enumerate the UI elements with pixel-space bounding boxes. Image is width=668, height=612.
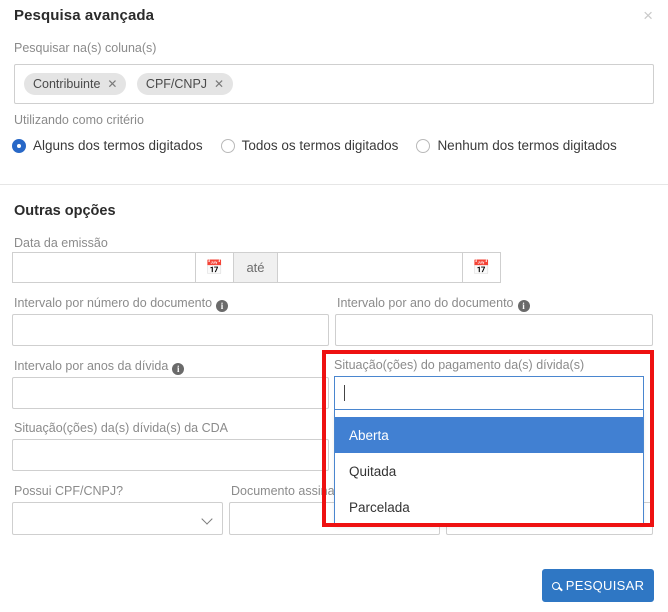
doc-year-range-input[interactable]	[335, 314, 653, 346]
radio-todos-os-termos[interactable]: Todos os termos digitados	[220, 138, 399, 153]
doc-year-range-label: Intervalo por ano do documento i	[337, 296, 530, 312]
doc-year-range-label-text: Intervalo por ano do documento	[337, 296, 514, 310]
chevron-down-icon[interactable]	[201, 513, 213, 525]
chip-cpf-cnpj[interactable]: CPF/CNPJ ✕	[136, 73, 234, 95]
issue-date-label: Data da emissão	[14, 236, 108, 250]
info-icon[interactable]: i	[216, 300, 229, 312]
criteria-label: Utilizando como critério	[14, 113, 144, 127]
debt-years-range-label-text: Intervalo por anos da dívida	[14, 359, 169, 373]
radio-label: Alguns dos termos digitados	[33, 138, 203, 153]
has-cpf-cnpj-label: Possui CPF/CNPJ?	[14, 484, 124, 498]
dropdown-option-label: Quitada	[349, 463, 397, 479]
radio-indicator-icon[interactable]	[12, 138, 26, 153]
doc-number-range-label: Intervalo por número do documento i	[14, 296, 229, 312]
dropdown-top-gap	[335, 410, 643, 417]
criteria-radio-group: Alguns dos termos digitados Todos os ter…	[12, 138, 635, 153]
date-range-separator: até	[234, 252, 278, 283]
debt-years-range-input[interactable]	[12, 377, 329, 409]
dropdown-option-label: Parcelada	[349, 499, 410, 515]
text-cursor-icon	[344, 385, 345, 401]
radio-indicator-icon[interactable]	[220, 138, 235, 153]
info-icon[interactable]: i	[517, 300, 530, 312]
cda-debt-status-label: Situação(ções) da(s) dívida(s) da CDA	[14, 421, 228, 435]
calendar-icon[interactable]: 📅	[463, 252, 501, 283]
info-icon[interactable]: i	[172, 363, 185, 375]
dropdown-option-label: Aberta	[349, 427, 389, 443]
payment-status-label: Situação(ções) do pagamento da(s) dívida…	[334, 358, 585, 372]
chip-remove-icon[interactable]: ✕	[107, 77, 117, 91]
radio-indicator-icon[interactable]	[416, 138, 431, 153]
chip-remove-icon[interactable]: ✕	[214, 77, 224, 91]
issue-date-range: 📅 até 📅	[12, 252, 501, 283]
radio-label: Todos os termos digitados	[241, 138, 399, 153]
payment-status-combobox: Situação(ções) do pagamento da(s) dívida…	[334, 358, 644, 526]
search-button-label: PESQUISAR	[565, 578, 645, 593]
columns-chips-field[interactable]: Contribuinte ✕ CPF/CNPJ ✕	[14, 64, 654, 104]
dropdown-option-quitada[interactable]: Quitada	[335, 453, 643, 489]
calendar-icon[interactable]: 📅	[196, 252, 234, 283]
debt-years-range-label: Intervalo por anos da dívida i	[14, 359, 185, 375]
columns-label: Pesquisar na(s) coluna(s)	[14, 41, 157, 55]
issue-date-to-input[interactable]	[278, 252, 463, 283]
has-cpf-cnpj-select[interactable]	[12, 502, 223, 535]
chip-label: Contribuinte	[33, 77, 101, 91]
advanced-search-dialog: Pesquisa avançada × Pesquisar na(s) colu…	[0, 0, 668, 612]
chip-contribuinte[interactable]: Contribuinte ✕	[24, 73, 127, 95]
search-icon	[551, 581, 560, 590]
chip-label: CPF/CNPJ	[145, 77, 208, 91]
issue-date-from-input[interactable]	[12, 252, 196, 283]
doc-number-range-input[interactable]	[12, 314, 329, 346]
dropdown-option-aberta[interactable]: Aberta	[335, 417, 643, 453]
cda-debt-status-input[interactable]	[12, 439, 329, 471]
radio-label: Nenhum dos termos digitados	[437, 138, 617, 153]
other-options-title: Outras opções	[14, 203, 116, 219]
search-button[interactable]: PESQUISAR	[542, 569, 654, 602]
page-title: Pesquisa avançada	[14, 7, 155, 24]
signed-document-label: Documento assinado	[231, 484, 349, 498]
radio-alguns-dos-termos[interactable]: Alguns dos termos digitados	[12, 138, 203, 153]
payment-status-dropdown-menu: Aberta Quitada Parcelada	[334, 410, 644, 526]
payment-status-search-input[interactable]	[334, 376, 644, 410]
doc-number-range-label-text: Intervalo por número do documento	[14, 296, 213, 310]
radio-nenhum-dos-termos[interactable]: Nenhum dos termos digitados	[416, 138, 617, 153]
close-icon[interactable]: ×	[641, 5, 655, 26]
section-divider	[0, 184, 668, 185]
dropdown-option-parcelada[interactable]: Parcelada	[335, 489, 643, 525]
